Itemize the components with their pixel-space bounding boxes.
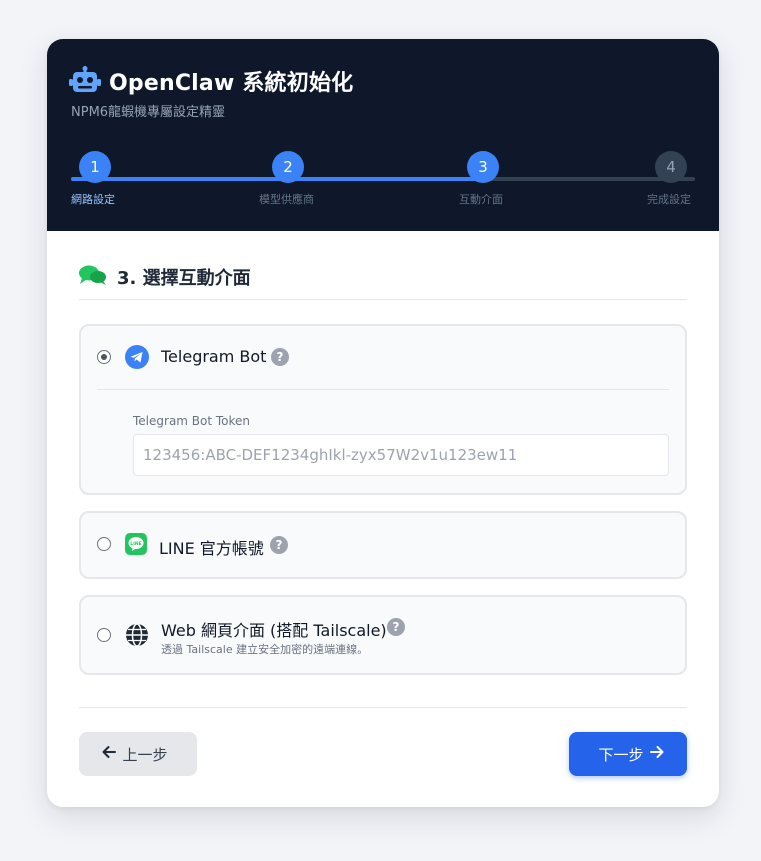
- next-button-label: 下一步: [598, 746, 644, 764]
- web-radio[interactable]: [97, 628, 111, 642]
- line-icon: LINE: [125, 533, 147, 559]
- telegram-icon: [125, 345, 149, 373]
- step-1-label: 網路設定: [71, 193, 115, 206]
- web-option-label: Web 網頁介面 (搭配 Tailscale): [161, 621, 387, 640]
- line-radio[interactable]: [97, 537, 111, 551]
- option-divider: [97, 389, 669, 390]
- arrow-left-icon: [102, 745, 117, 763]
- step-3-label: 互動介面: [459, 193, 503, 206]
- telegram-radio[interactable]: [97, 350, 111, 364]
- svg-text:LINE: LINE: [130, 541, 141, 547]
- help-icon[interactable]: ?: [270, 536, 288, 554]
- section-divider: [79, 299, 687, 300]
- section-header: 3. 選擇互動介面: [79, 264, 251, 290]
- page-title: OpenClaw 系統初始化: [109, 71, 354, 96]
- setup-wizard-card: OpenClaw 系統初始化 NPM6龍蝦機專屬設定精靈 1 網路設定 2 模型…: [47, 39, 719, 807]
- option-line[interactable]: LINE LINE 官方帳號 ?: [79, 511, 687, 579]
- arrow-right-icon: [649, 745, 664, 763]
- footer-divider: [79, 707, 687, 708]
- option-telegram[interactable]: Telegram Bot ? Telegram Bot Token: [79, 324, 687, 495]
- help-icon[interactable]: ?: [387, 618, 405, 636]
- web-option-description: 透過 Tailscale 建立安全加密的遠端連線。: [161, 643, 369, 656]
- step-2-label: 模型供應商: [259, 193, 314, 206]
- wizard-header: OpenClaw 系統初始化 NPM6龍蝦機專屬設定精靈 1 網路設定 2 模型…: [47, 39, 719, 231]
- step-4-label: 完成設定: [647, 193, 691, 206]
- robot-icon: [69, 66, 101, 96]
- telegram-token-label: Telegram Bot Token: [133, 414, 251, 428]
- chat-bubbles-icon: [79, 264, 107, 290]
- next-button[interactable]: 下一步: [569, 732, 687, 776]
- step-1-indicator: 1: [79, 151, 111, 183]
- telegram-option-label: Telegram Bot: [161, 347, 267, 366]
- section-title: 3. 選擇互動介面: [117, 268, 251, 289]
- line-option-label: LINE 官方帳號: [159, 539, 264, 558]
- step-3-indicator: 3: [467, 151, 499, 183]
- globe-icon: [125, 623, 149, 651]
- title-row: OpenClaw 系統初始化: [69, 65, 353, 97]
- prev-button-label: 上一步: [122, 746, 168, 764]
- option-web[interactable]: Web 網頁介面 (搭配 Tailscale) ? 透過 Tailscale 建…: [79, 595, 687, 675]
- step-2-indicator: 2: [272, 151, 304, 183]
- page-subtitle: NPM6龍蝦機專屬設定精靈: [71, 105, 226, 120]
- telegram-token-input[interactable]: [133, 434, 669, 476]
- help-icon[interactable]: ?: [271, 348, 289, 366]
- step-4-indicator: 4: [655, 151, 687, 183]
- progress-stepper: 1 網路設定 2 模型供應商 3 互動介面 4 完成設定: [71, 151, 695, 211]
- prev-button[interactable]: 上一步: [79, 732, 197, 776]
